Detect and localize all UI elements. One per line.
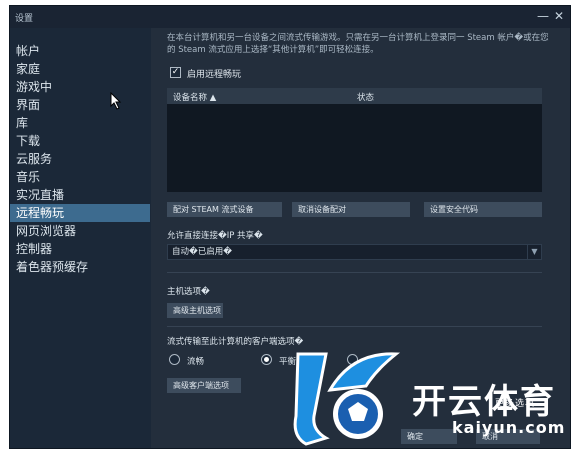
title-bar: 设置 — ✕ bbox=[10, 6, 570, 28]
unpair-device-button[interactable]: 取消设备配对 bbox=[292, 202, 410, 217]
sidebar-item-music[interactable]: 音乐 bbox=[10, 168, 150, 186]
sidebar-item-interface[interactable]: 界面 bbox=[10, 96, 150, 114]
sidebar-item-in-game[interactable]: 游戏中 bbox=[10, 78, 150, 96]
devices-table-header: 设备名称 ▲ 状态 bbox=[167, 88, 542, 104]
watermark-url: kaiyun.com bbox=[452, 418, 566, 437]
watermark-title: 开云体育 bbox=[412, 382, 556, 422]
column-device-name[interactable]: 设备名称 ▲ bbox=[173, 91, 216, 103]
enable-remote-play-checkbox[interactable]: ✓ bbox=[170, 67, 181, 78]
direct-connect-select[interactable]: 自动�已启用� ▼ bbox=[167, 244, 542, 260]
sidebar-item-family[interactable]: 家庭 bbox=[10, 60, 150, 78]
sidebar-item-controller[interactable]: 控制器 bbox=[10, 240, 150, 258]
divider bbox=[167, 272, 542, 273]
sidebar-item-downloads[interactable]: 下载 bbox=[10, 132, 150, 150]
chevron-down-icon[interactable]: ▼ bbox=[527, 245, 541, 259]
sidebar-item-remote-play[interactable]: 远程畅玩 bbox=[10, 204, 150, 222]
settings-sidebar: 帐户 家庭 游戏中 界面 库 下载 云服务 音乐 实况直播 远程畅玩 网页浏览器… bbox=[10, 28, 150, 448]
advanced-client-options-button[interactable]: 高级客户端选项 bbox=[167, 378, 241, 393]
sidebar-item-account[interactable]: 帐户 bbox=[10, 42, 150, 60]
minimize-icon[interactable]: — bbox=[536, 9, 550, 23]
client-options-label: 流式传输至此计算机的客户端选项� bbox=[167, 337, 304, 347]
radio-balanced[interactable] bbox=[261, 354, 272, 365]
radio-fast-label: 流畅 bbox=[187, 357, 205, 367]
sidebar-item-web-browser[interactable]: 网页浏览器 bbox=[10, 222, 150, 240]
sidebar-item-broadcasting[interactable]: 实况直播 bbox=[10, 186, 150, 204]
enable-remote-play-label: 启用远程畅玩 bbox=[187, 70, 242, 80]
host-options-label: 主机选项� bbox=[167, 287, 210, 297]
sidebar-item-cloud[interactable]: 云服务 bbox=[10, 150, 150, 168]
remote-play-description: 在本台计算机和另一台设备之间流式传输游戏。只需在另一台计算机上登录同一 Stea… bbox=[167, 33, 549, 55]
direct-connect-label: 允许直接连接�IP 共享� bbox=[167, 231, 263, 241]
divider bbox=[167, 326, 542, 327]
close-icon[interactable]: ✕ bbox=[552, 9, 566, 23]
watermark: 开云体育 kaiyun.com bbox=[292, 346, 570, 448]
pair-device-button[interactable]: 配对 STEAM 流式设备 bbox=[167, 202, 282, 217]
paired-devices-table: 设备名称 ▲ 状态 bbox=[167, 88, 542, 192]
sidebar-item-shader-cache[interactable]: 着色器预缓存 bbox=[10, 258, 150, 276]
kaiyun-logo-icon bbox=[293, 352, 401, 446]
radio-fast[interactable] bbox=[169, 354, 180, 365]
sidebar-item-library[interactable]: 库 bbox=[10, 114, 150, 132]
advanced-host-options-button[interactable]: 高级主机选项 bbox=[167, 303, 223, 318]
column-status[interactable]: 状态 bbox=[357, 91, 374, 103]
mouse-cursor-icon bbox=[110, 92, 122, 110]
direct-connect-value: 自动�已启用� bbox=[172, 247, 232, 257]
security-code-button[interactable]: 设置安全代码 bbox=[424, 202, 542, 217]
window-title: 设置 bbox=[15, 14, 34, 24]
